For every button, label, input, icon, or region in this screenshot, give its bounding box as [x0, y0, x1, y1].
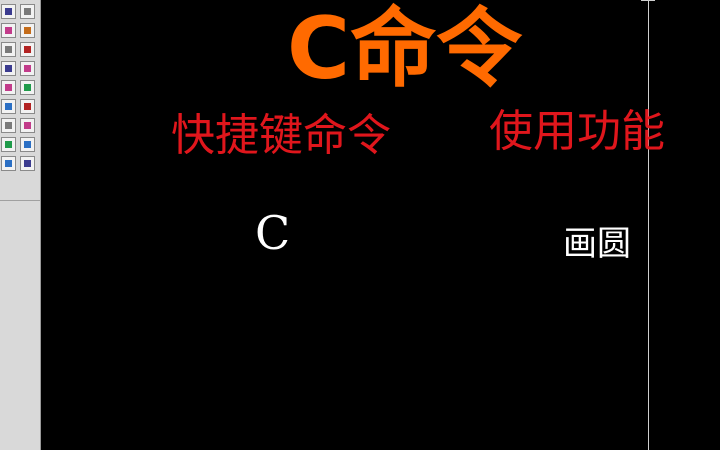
explode-tool-icon[interactable]	[20, 156, 35, 171]
polygon-tool-icon[interactable]	[1, 80, 16, 95]
trim-tool-icon[interactable]	[20, 80, 35, 95]
toolbar-column-right	[19, 4, 37, 175]
crosshair-tick	[641, 0, 655, 1]
layer-tool-icon[interactable]	[1, 42, 16, 57]
move-tool-icon[interactable]	[20, 23, 35, 38]
dimension-tool-icon[interactable]	[1, 156, 16, 171]
command-key: C	[255, 206, 291, 260]
drawing-canvas[interactable]: C命令 快捷键命令 使用功能 C 画圆	[41, 0, 720, 450]
offset-tool-icon[interactable]	[20, 61, 35, 76]
subtitle-shortcut: 快捷键命令	[171, 110, 391, 161]
block-tool-icon[interactable]	[1, 99, 16, 114]
hatch-tool-icon[interactable]	[1, 137, 16, 152]
left-toolbar	[0, 0, 41, 450]
mirror-tool-icon[interactable]	[20, 42, 35, 57]
fillet-tool-icon[interactable]	[20, 118, 35, 133]
text-tool-icon[interactable]	[1, 118, 16, 133]
subtitle-function: 使用功能	[489, 106, 665, 157]
command-function: 画圆	[563, 224, 631, 264]
arc-tool-icon[interactable]	[1, 23, 16, 38]
crosshair-vertical-line	[648, 0, 649, 450]
line-tool-icon[interactable]	[1, 4, 16, 19]
slide-title: C命令	[287, 0, 523, 99]
scale-tool-icon[interactable]	[1, 61, 16, 76]
rectangle-tool-icon[interactable]	[20, 4, 35, 19]
toolbar-divider	[0, 200, 40, 201]
chamfer-tool-icon[interactable]	[20, 137, 35, 152]
extend-tool-icon[interactable]	[20, 99, 35, 114]
toolbar-column-left	[0, 4, 18, 175]
